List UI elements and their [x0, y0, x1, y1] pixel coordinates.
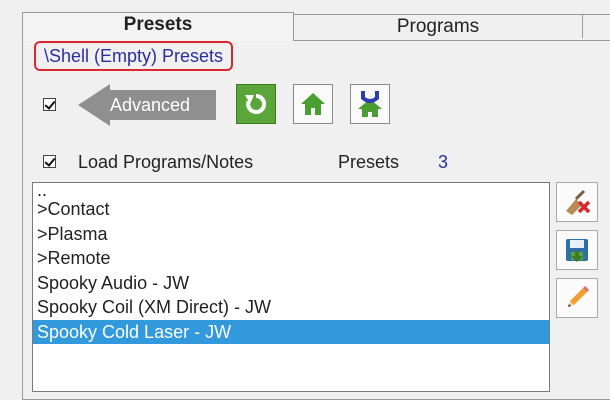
list-item[interactable]: .. — [33, 181, 549, 199]
advanced-label: Advanced — [109, 95, 191, 115]
tab-more[interactable] — [582, 14, 610, 38]
save-icon — [566, 239, 588, 262]
presets-count-value: 3 — [438, 152, 449, 172]
edit-button[interactable] — [556, 278, 598, 318]
save-button[interactable] — [556, 230, 598, 270]
home-up-icon — [358, 91, 382, 117]
refresh-icon — [245, 93, 267, 114]
list-item[interactable]: >Remote — [33, 246, 549, 271]
presets-count-label: Presets — [338, 152, 400, 172]
list-item[interactable]: >Contact — [33, 197, 549, 222]
list-item-selected[interactable]: Spooky Cold Laser - JW — [33, 319, 549, 344]
advanced-checkbox[interactable] — [43, 98, 56, 111]
group-title: \Shell (Empty) Presets — [34, 41, 234, 71]
list-item[interactable]: >Plasma — [33, 222, 549, 247]
clear-icon — [566, 189, 591, 215]
list-item[interactable]: Spooky Coil (XM Direct) - JW — [33, 295, 549, 320]
load-programs-checkbox[interactable] — [43, 155, 56, 168]
tab-bar: Presets Programs — [0, 0, 610, 41]
clear-button[interactable] — [556, 182, 598, 222]
refresh-button[interactable] — [236, 84, 276, 124]
tab-programs[interactable]: Programs — [292, 14, 584, 38]
edit-icon — [568, 286, 589, 307]
home-up-button[interactable] — [350, 84, 390, 124]
home-button[interactable] — [293, 84, 333, 124]
tab-presets[interactable]: Presets — [22, 12, 294, 41]
home-icon — [301, 93, 325, 115]
load-programs-label: Load Programs/Notes — [78, 152, 254, 172]
list-item[interactable]: Spooky Audio - JW — [33, 271, 549, 296]
presets-listbox[interactable]: .. >Contact >Plasma >Remote Spooky Audio… — [32, 181, 550, 392]
